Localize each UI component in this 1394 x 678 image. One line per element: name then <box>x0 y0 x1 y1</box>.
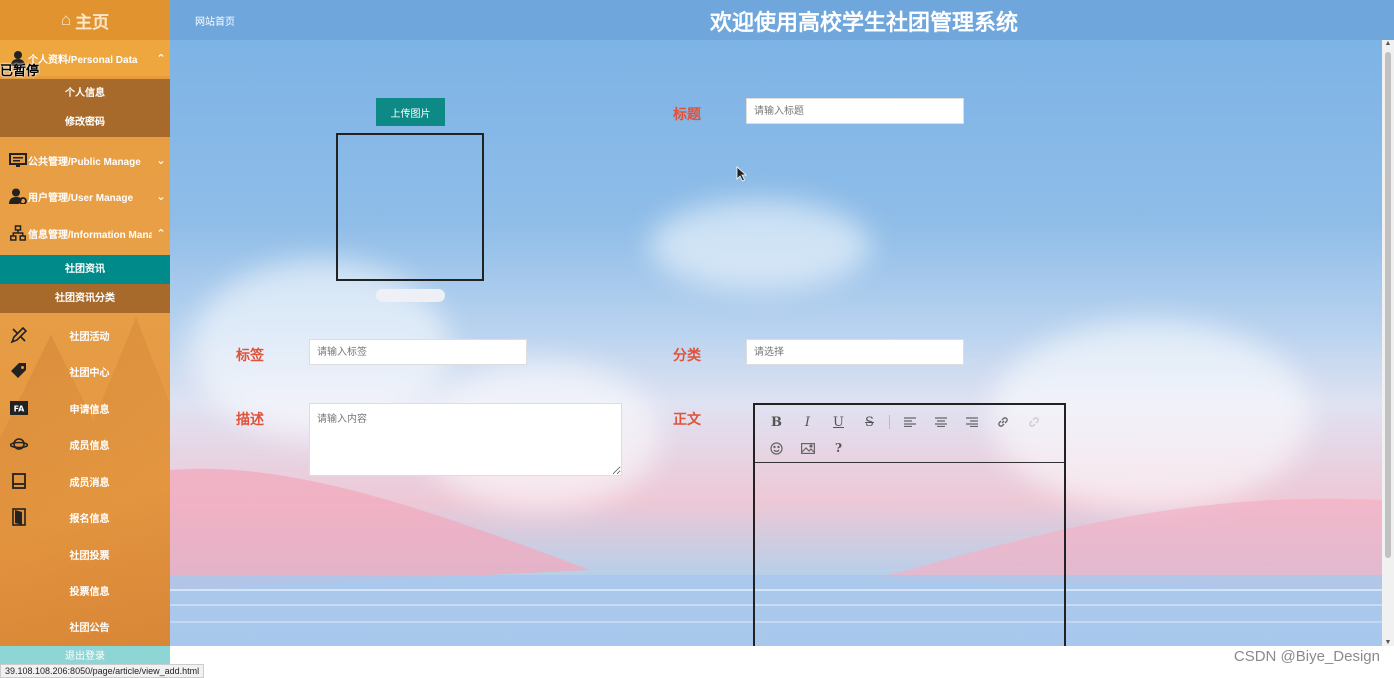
chevron-down-icon: ⌄ <box>156 154 166 167</box>
category-label: 分类 <box>673 347 701 363</box>
sidebar-item-member-messages[interactable]: 成员消息 <box>0 463 170 499</box>
description-textarea[interactable] <box>309 403 622 476</box>
monitor-icon <box>8 152 28 168</box>
upload-image-button[interactable]: 上传图片 <box>376 98 445 126</box>
description-label: 描述 <box>236 411 264 427</box>
sidebar-item-club-notice[interactable]: 社团公告 <box>0 608 170 644</box>
mouse-cursor-icon <box>736 166 747 182</box>
sidebar-item-label: 社团投票 <box>69 550 110 562</box>
menu-personal-data-label: 个人资料/Personal Data <box>28 54 138 66</box>
sidebar-item-club-vote[interactable]: 社团投票 <box>0 536 170 572</box>
sidebar-item-change-password[interactable]: 修改密码 <box>0 108 170 137</box>
scroll-down-arrow-icon[interactable]: ▼ <box>1382 639 1394 646</box>
pencil-ruler-icon <box>9 326 29 344</box>
sidebar-item-label: 申请信息 <box>69 404 110 416</box>
scrollbar-thumb[interactable] <box>1385 52 1391 558</box>
editor-toolbar: B I U S ? <box>755 405 1064 463</box>
tags-label: 标签 <box>236 347 264 363</box>
background-cloud <box>650 200 870 290</box>
align-center-icon[interactable] <box>925 415 956 430</box>
home-icon: ⌂ <box>60 10 72 29</box>
sidebar-home-label: 主页 <box>75 12 110 32</box>
menu-user-manage-label: 用户管理/User Manage <box>28 192 134 204</box>
submenu-information-manage: 社团资讯 社团资讯分类 <box>0 255 170 313</box>
tag-icon <box>9 362 29 380</box>
sitemap-icon <box>8 225 28 241</box>
top-header: 网站首页 欢迎使用高校学生社团管理系统 <box>170 0 1394 40</box>
sidebar-item-label: 社团公告 <box>69 622 110 634</box>
sidebar-item-club-activity[interactable]: 社团活动 <box>0 317 170 353</box>
emoji-icon[interactable] <box>761 441 792 456</box>
chevron-up-icon: ⌃ <box>156 227 166 240</box>
sidebar: ⌂ 主页 个人资料/Personal Data ⌃ 个人信息 修改密码 公共管理… <box>0 0 170 646</box>
title-input[interactable] <box>746 98 964 124</box>
unlink-icon <box>1018 415 1049 430</box>
door-icon <box>9 508 29 526</box>
sidebar-item-label: 成员消息 <box>69 477 110 489</box>
bold-icon[interactable]: B <box>761 415 792 430</box>
image-preview-caption <box>376 289 445 302</box>
help-icon[interactable]: ? <box>823 441 854 455</box>
image-preview-box <box>336 133 484 281</box>
sidebar-item-club-news-category[interactable]: 社团资讯分类 <box>0 284 170 313</box>
submenu-personal-data: 个人信息 修改密码 <box>0 79 170 137</box>
sidebar-item-label: 报名信息 <box>69 513 110 525</box>
body-label: 正文 <box>673 411 701 427</box>
sidebar-item-label: 成员信息 <box>69 440 110 452</box>
menu-user-manage[interactable]: 用户管理/User Manage ⌄ <box>0 178 170 214</box>
user-gear-icon <box>8 188 28 204</box>
menu-information-manage[interactable]: 信息管理/Information Manage ⌃ <box>0 215 170 251</box>
title-label: 标题 <box>673 106 701 122</box>
sidebar-item-application-info[interactable]: FA 申请信息 <box>0 390 170 426</box>
sidebar-item-member-info[interactable]: 成员信息 <box>0 426 170 462</box>
fa-badge-icon: FA <box>9 401 29 415</box>
editor-content-area[interactable] <box>755 463 1064 646</box>
sidebar-item-club-news[interactable]: 社团资讯 <box>0 255 170 284</box>
sidebar-item-club-center[interactable]: 社团中心 <box>0 353 170 389</box>
main-content: 上传图片 标题 标签 分类 描述 正文 B I U S <box>170 40 1382 646</box>
paused-overlay: 已暂停 <box>0 63 40 78</box>
chevron-up-icon: ⌃ <box>156 52 166 65</box>
menu-information-manage-label: 信息管理/Information Manage <box>28 229 152 241</box>
sidebar-item-label: 社团中心 <box>69 367 110 379</box>
chevron-down-icon: ⌄ <box>156 190 166 203</box>
website-home-link[interactable]: 网站首页 <box>195 13 235 28</box>
planet-icon <box>9 436 29 452</box>
sidebar-item-label: 社团活动 <box>69 331 110 343</box>
sidebar-home[interactable]: ⌂ 主页 <box>0 0 170 40</box>
underline-icon[interactable]: U <box>823 415 854 430</box>
book-icon <box>9 473 29 489</box>
sidebar-item-vote-info[interactable]: 投票信息 <box>0 572 170 608</box>
strikethrough-icon[interactable]: S <box>854 415 885 430</box>
watermark: CSDN @Biye_Design <box>1233 648 1380 665</box>
image-icon[interactable] <box>792 441 823 456</box>
svg-text:FA: FA <box>14 405 26 414</box>
link-icon[interactable] <box>987 415 1018 430</box>
menu-public-manage-label: 公共管理/Public Manage <box>28 156 141 168</box>
page-title: 欢迎使用高校学生社团管理系统 <box>710 10 1019 35</box>
menu-public-manage[interactable]: 公共管理/Public Manage ⌄ <box>0 142 170 178</box>
category-select[interactable] <box>746 339 964 365</box>
align-right-icon[interactable] <box>956 415 987 430</box>
italic-icon[interactable]: I <box>792 415 823 430</box>
scroll-up-arrow-icon[interactable]: ▲ <box>1382 40 1394 47</box>
sidebar-item-signup-info[interactable]: 报名信息 <box>0 499 170 535</box>
rich-text-editor: B I U S ? <box>753 403 1066 646</box>
sidebar-item-personal-info[interactable]: 个人信息 <box>0 79 170 108</box>
tags-input[interactable] <box>309 339 527 365</box>
align-left-icon[interactable] <box>894 415 925 430</box>
sidebar-item-label: 投票信息 <box>69 586 110 598</box>
toolbar-divider <box>889 415 890 429</box>
vertical-scrollbar[interactable]: ▲ ▼ <box>1382 40 1394 646</box>
